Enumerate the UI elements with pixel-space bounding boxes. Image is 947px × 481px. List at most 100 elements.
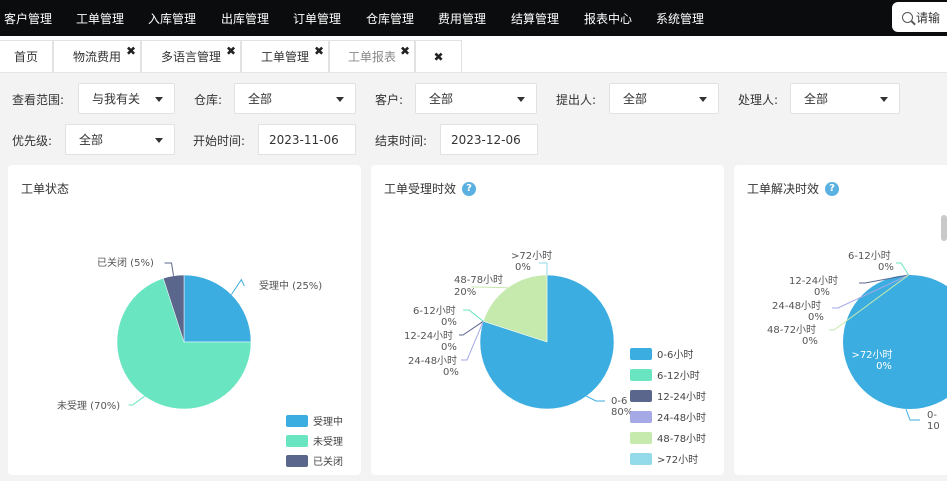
label-leader-line [164,262,175,276]
legend-swatch[interactable] [286,455,308,467]
chart-title: 工单受理时效? [384,180,477,197]
legend-swatch[interactable] [630,411,652,423]
tab-label: 工单管理 [260,50,309,64]
tab-label: 工单报表 [347,50,396,64]
legend-label[interactable]: 未受理 [313,436,343,448]
slice-label: 受理中 (25%) [259,279,322,292]
legend-swatch[interactable] [286,415,308,427]
page-scrollbar[interactable] [941,215,947,241]
tab-workorder[interactable]: 工单管理 ✖ [241,40,329,72]
chart-resolve-svg: 6-12小时0%12-24小时0%24-48小时0%48-72小时0%>72小时… [767,250,947,432]
legend-label[interactable]: 已关闭 [313,455,343,468]
legend-label[interactable]: 受理中 [313,415,343,428]
legend-label[interactable]: 48-78小时 [657,433,706,445]
legend-swatch[interactable] [286,435,308,447]
close-icon[interactable]: ✖ [400,44,410,58]
priority-label: 优先级: [12,134,53,148]
slice-label: 6-12小时 [413,305,456,317]
slice-label: 10 [927,421,940,432]
help-icon[interactable]: ? [825,181,840,196]
handler-label: 处理人: [738,93,779,107]
nav-order[interactable]: 订单管理 [293,10,349,27]
legend-label[interactable]: 24-48小时 [657,412,706,424]
end-date-input[interactable]: 2023-12-06 [440,124,538,155]
chart-title-text: 工单状态 [21,182,70,196]
pie-slice[interactable] [843,275,947,409]
submitter-select[interactable]: 全部 [609,83,719,114]
tab-home[interactable]: 首页 [0,40,53,72]
nav-settlement[interactable]: 结算管理 [511,10,567,27]
pie-slice[interactable] [183,274,252,343]
chevron-down-icon [517,97,525,102]
legend-swatch[interactable] [630,348,652,360]
nav-outbound[interactable]: 出库管理 [221,10,277,27]
legend-label[interactable]: 12-24小时 [657,391,706,403]
scope-select[interactable]: 与我有关 [78,83,175,114]
slice-label: 0% [878,262,894,273]
handler-value: 全部 [804,92,829,106]
close-icon[interactable]: ✖ [314,44,324,58]
legend-swatch[interactable] [630,390,652,402]
slice-label: 0- [927,410,937,421]
chevron-down-icon [880,97,888,102]
slice-label: 0% [441,317,457,328]
tab-logistics-fee[interactable]: 物流费用 ✖ [53,40,141,72]
chevron-down-icon [336,97,344,102]
close-all-icon: ✖ [433,49,444,64]
tab-label: 首页 [13,50,38,64]
start-date-input[interactable]: 2023-11-06 [258,124,356,155]
customer-select[interactable]: 全部 [415,83,537,114]
filter-panel: 查看范围: 与我有关 仓库: 全部 客户: 全部 提出人: 全部 处理人: 全部… [0,73,947,163]
chart-card-resolve-time: 工单解决时效? 6-12小时 0% 12-24小时 0% 24-48小时 0% 48-72小… [734,165,947,475]
legend-swatch[interactable] [630,453,652,465]
close-icon[interactable]: ✖ [226,44,236,58]
slice-label: 12-24小时 [789,275,838,287]
legend-swatch[interactable] [630,432,652,444]
handler-select[interactable]: 全部 [790,83,900,114]
legend-label[interactable]: >72小时 [657,454,698,466]
chevron-down-icon [155,138,163,143]
warehouse-select[interactable]: 全部 [234,83,356,114]
slice-label: 未受理 (70%) [57,400,120,412]
legend-swatch[interactable] [630,369,652,381]
nav-reports[interactable]: 报表中心 [584,10,640,27]
slice-label: 12-24小时 [404,330,453,342]
search-input[interactable]: 请输 [892,2,947,32]
slice-label: 24-48小时 [772,300,821,312]
chevron-down-icon [155,97,163,102]
close-all-tabs-button[interactable]: ✖ [415,40,462,72]
nav-expense[interactable]: 费用管理 [438,10,494,27]
priority-value: 全部 [79,133,104,147]
nav-warehouse[interactable]: 仓库管理 [366,10,422,27]
slice-label: 0% [814,287,830,298]
chart-accept-svg: 0-680%48-78小时20%>72小时0%6-12小时0%12-24小时0%… [404,250,706,466]
end-time-label: 结束时间: [375,134,428,148]
warehouse-label: 仓库: [194,93,223,107]
submitter-label: 提出人: [556,93,597,107]
slice-label: 已关闭 (5%) [97,256,154,269]
label-leader-line [539,262,548,275]
start-date-value: 2023-11-06 [269,132,339,147]
help-icon[interactable]: ? [462,181,477,196]
label-leader-line [230,278,245,295]
nav-workorder[interactable]: 工单管理 [76,10,132,27]
chevron-down-icon [699,97,707,102]
legend-label[interactable]: 6-12小时 [657,370,700,382]
tab-multilang[interactable]: 多语言管理 ✖ [141,40,241,72]
chart-title-text: 工单受理时效 [384,182,457,196]
priority-select[interactable]: 全部 [65,124,175,155]
tab-workorder-report[interactable]: 工单报表 ✖ [329,40,415,72]
slice-label: 24-48小时 [408,355,457,367]
customer-label: 客户: [375,93,404,107]
tab-label: 物流费用 [72,50,121,64]
nav-customer[interactable]: 客户管理 [4,10,60,27]
legend-label[interactable]: 0-6小时 [657,349,693,361]
nav-inbound[interactable]: 入库管理 [148,10,204,27]
close-icon[interactable]: ✖ [126,44,136,58]
chart-title: 工单解决时效? [747,180,840,197]
label-leader-line [905,408,920,421]
start-time-label: 开始时间: [193,134,246,148]
warehouse-value: 全部 [248,92,273,106]
nav-system[interactable]: 系统管理 [656,10,712,27]
chart-status-svg: 受理中 (25%) 未受理 (70%) 已关闭 (5%) 受理中未受理已关闭 [57,256,343,468]
